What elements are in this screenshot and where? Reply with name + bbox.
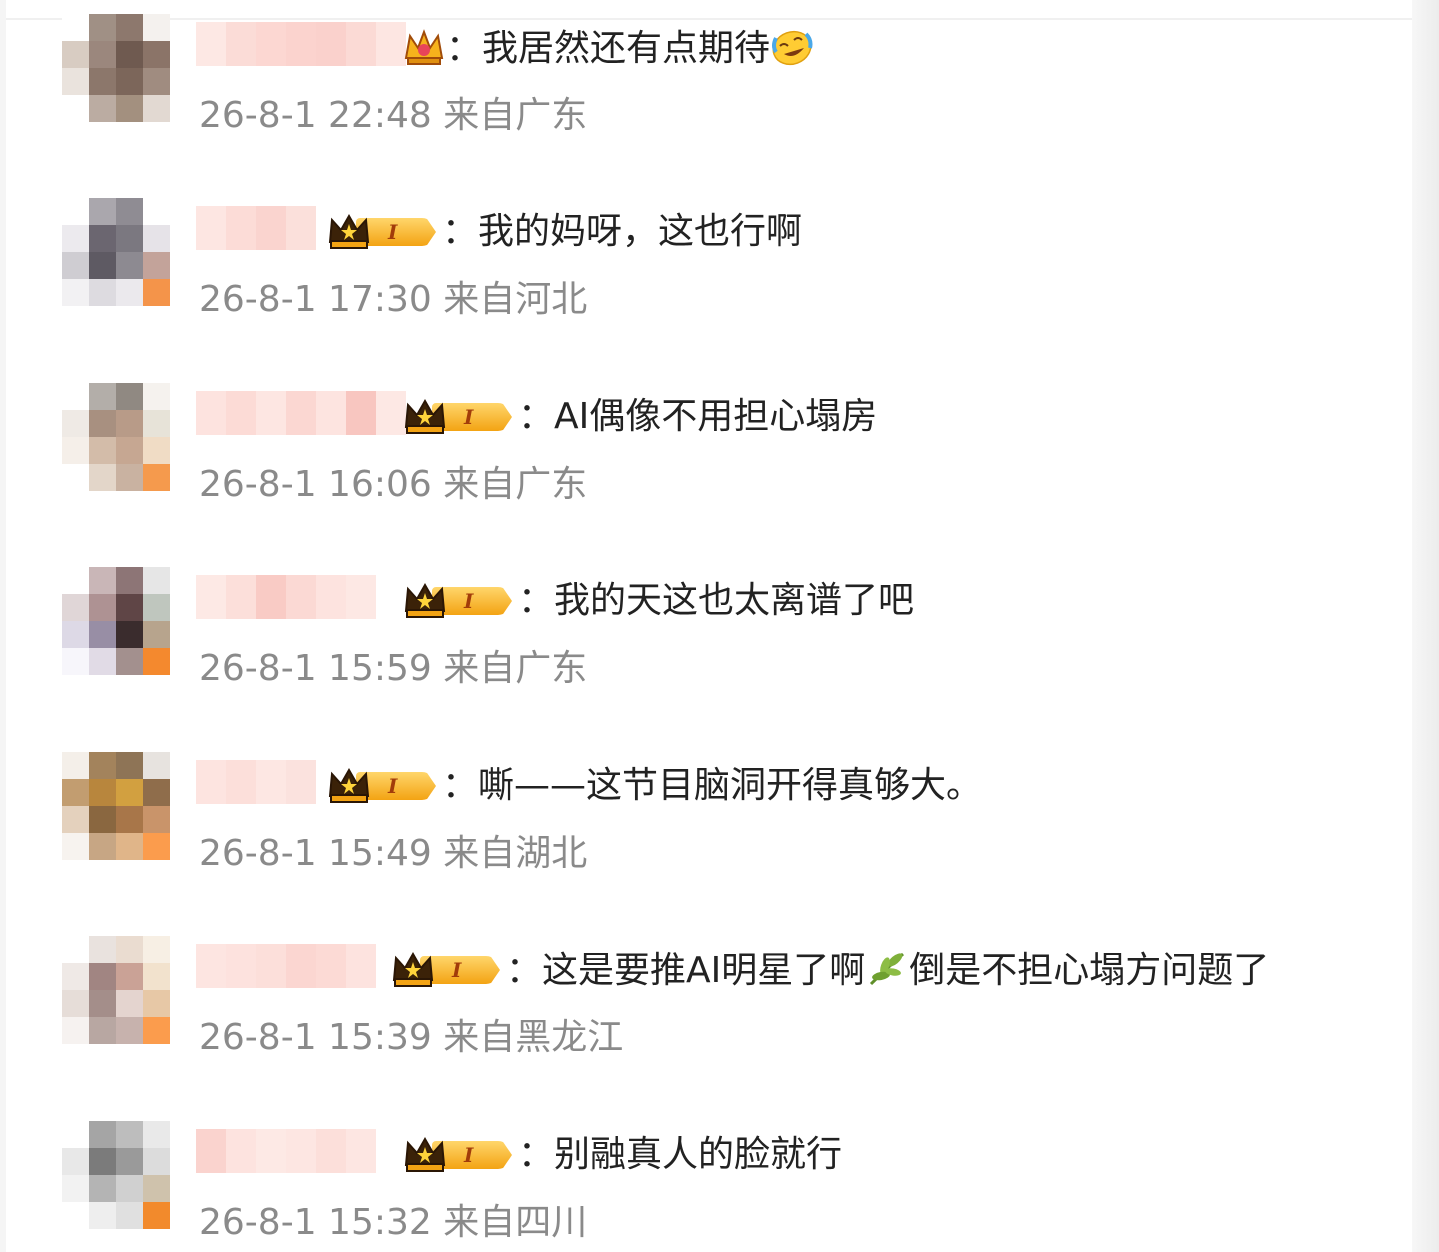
comment-location: 来自四川 <box>443 1202 588 1243</box>
crown-icon <box>404 582 446 618</box>
laugh-cry-icon <box>772 30 813 66</box>
comment-text: ：别融真人的脸就行 <box>518 1134 843 1175</box>
crown-icon <box>392 951 434 987</box>
comment-item: I ：我的妈呀，这也行啊 26-8-1 17:30 来自河北 <box>6 198 1406 328</box>
comment-text-part-1: ：这是要推AI明星了啊 <box>506 950 866 991</box>
comment-item: ：我居然还有点期待 26-8-1 22:48 来自广东 <box>6 14 1406 144</box>
avatar[interactable] <box>62 198 170 306</box>
level-label: I <box>464 589 474 613</box>
scroll-edge[interactable] <box>1412 0 1439 1252</box>
crown-icon <box>404 29 444 65</box>
comment-location: 来自黑龙江 <box>443 1017 624 1058</box>
level-label: I <box>388 220 398 244</box>
avatar[interactable] <box>62 1121 170 1229</box>
comment-location: 来自广东 <box>443 464 588 505</box>
level-label: I <box>464 405 474 429</box>
username-blurred[interactable] <box>196 206 316 250</box>
leaf-icon <box>870 952 905 986</box>
comment-item: I ：AI偶像不用担心塌房 26-8-1 16:06 来自广东 <box>6 383 1406 513</box>
comment-item: I ：别融真人的脸就行 26-8-1 15:32 来自四川 <box>6 1121 1406 1251</box>
crown-icon <box>404 398 446 434</box>
avatar[interactable] <box>62 936 170 1044</box>
comment-text: ：我的妈呀，这也行啊 <box>442 211 803 252</box>
username-blurred[interactable] <box>196 944 376 988</box>
comment-item: I ：这是要推AI明星了啊 倒是不担心塌方问题了 26-8-1 15:39 来自… <box>6 936 1406 1066</box>
username-blurred[interactable] <box>196 1129 376 1173</box>
username-blurred[interactable] <box>196 575 376 619</box>
crown-icon <box>328 213 370 249</box>
comment-item: I ：嘶——这节目脑洞开得真够大。 26-8-1 15:49 来自湖北 <box>6 752 1406 882</box>
username-blurred[interactable] <box>196 760 316 804</box>
level-label: I <box>464 1143 474 1167</box>
comment-text: ：我居然还有点期待 <box>446 28 771 69</box>
crown-icon <box>404 1136 446 1172</box>
comment-text: ：嘶——这节目脑洞开得真够大。 <box>442 765 983 806</box>
avatar[interactable] <box>62 752 170 860</box>
comment-location: 来自湖北 <box>443 833 588 874</box>
comment-text-part-2: 倒是不担心塌方问题了 <box>909 950 1270 991</box>
username-blurred[interactable] <box>196 22 406 66</box>
comment-location: 来自广东 <box>443 648 588 689</box>
comment-text: ：AI偶像不用担心塌房 <box>518 396 878 437</box>
avatar[interactable] <box>62 383 170 491</box>
comment-time: 26-8-1 16:06 <box>199 464 432 505</box>
crown-icon <box>328 767 370 803</box>
comment-item: I ：我的天这也太离谱了吧 26-8-1 15:59 来自广东 <box>6 567 1406 697</box>
comment-time: 26-8-1 15:39 <box>199 1017 432 1058</box>
avatar[interactable] <box>62 567 170 675</box>
username-blurred[interactable] <box>196 391 406 435</box>
comment-time: 26-8-1 15:32 <box>199 1202 432 1243</box>
level-label: I <box>452 958 462 982</box>
level-label: I <box>388 774 398 798</box>
comment-time: 26-8-1 17:30 <box>199 279 432 320</box>
comment-time: 26-8-1 22:48 <box>199 95 432 136</box>
comment-time: 26-8-1 15:59 <box>199 648 432 689</box>
avatar[interactable] <box>62 14 170 122</box>
comment-location: 来自河北 <box>443 279 588 320</box>
comment-text: ：我的天这也太离谱了吧 <box>518 580 915 621</box>
comment-location: 来自广东 <box>443 95 588 136</box>
comment-list-panel: ：我居然还有点期待 26-8-1 22:48 来自广东 I ：我的妈呀，这也行啊… <box>6 0 1412 1252</box>
comment-time: 26-8-1 15:49 <box>199 833 432 874</box>
